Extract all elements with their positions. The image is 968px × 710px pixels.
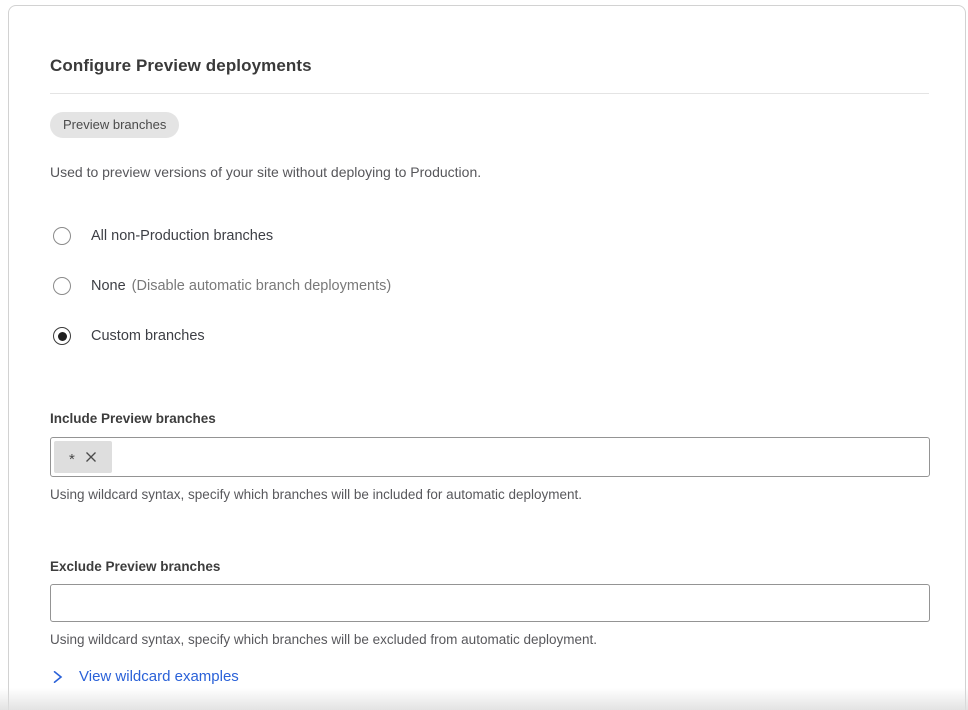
include-branches-label: Include Preview branches (50, 411, 929, 426)
radio-button-icon[interactable] (53, 227, 71, 245)
exclude-branches-label: Exclude Preview branches (50, 559, 929, 574)
radio-option-all-non-production[interactable]: All non-Production branches (50, 227, 929, 245)
link-label: View wildcard examples (79, 668, 239, 685)
radio-option-custom-branches[interactable]: Custom branches (50, 327, 929, 345)
exclude-help-text: Using wildcard syntax, specify which bra… (50, 632, 929, 647)
include-branches-input[interactable]: * (50, 437, 930, 477)
branch-deployment-radio-group: All non-Production branches None (Disabl… (50, 227, 929, 345)
radio-button-icon[interactable] (53, 327, 71, 345)
title-divider (50, 93, 929, 94)
card-description: Used to preview versions of your site wi… (50, 164, 929, 180)
view-wildcard-examples-link[interactable]: View wildcard examples (50, 668, 239, 685)
radio-button-icon[interactable] (53, 277, 71, 295)
include-help-text: Using wildcard syntax, specify which bra… (50, 487, 929, 502)
chevron-right-icon[interactable] (50, 670, 64, 684)
preview-deployments-card: Configure Preview deployments Preview br… (8, 5, 966, 710)
remove-tag-icon[interactable] (85, 451, 97, 463)
exclude-branches-input[interactable] (50, 584, 930, 622)
radio-option-sublabel: (Disable automatic branch deployments) (132, 278, 392, 294)
radio-option-label: All non-Production branches (91, 228, 273, 244)
radio-option-label: None (91, 278, 126, 294)
preview-branches-badge: Preview branches (50, 112, 179, 138)
radio-dot (58, 332, 67, 341)
page-title: Configure Preview deployments (50, 56, 929, 76)
branch-tag-chip: * (54, 441, 112, 473)
branch-tag-value: * (69, 452, 75, 467)
radio-option-none[interactable]: None (Disable automatic branch deploymen… (50, 277, 929, 295)
radio-option-label: Custom branches (91, 328, 205, 344)
